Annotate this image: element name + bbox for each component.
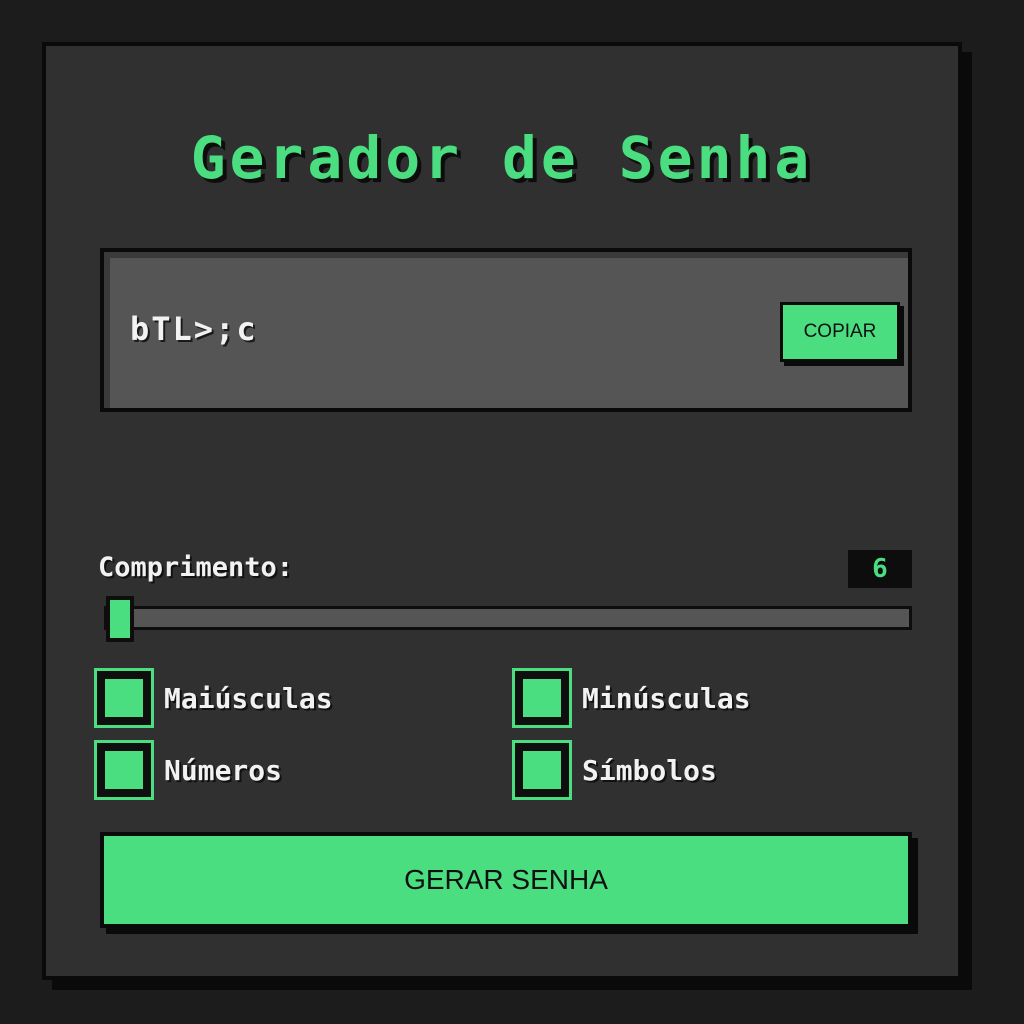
checkbox-check — [523, 751, 561, 789]
copy-button[interactable]: COPIAR — [780, 302, 900, 362]
length-slider[interactable] — [104, 606, 912, 630]
numbers-checkbox[interactable] — [94, 740, 154, 800]
lowercase-checkbox[interactable] — [512, 668, 572, 728]
checkbox-check — [105, 679, 143, 717]
option-lowercase[interactable]: Minúsculas — [512, 668, 751, 728]
uppercase-label: Maiúsculas — [164, 681, 333, 715]
length-value: 6 — [848, 550, 912, 588]
lowercase-label: Minúsculas — [582, 681, 751, 715]
password-display: bTL>;c COPIAR — [100, 248, 912, 412]
numbers-label: Números — [164, 753, 283, 787]
option-symbols[interactable]: Símbolos — [512, 740, 717, 800]
generator-card: Gerador de Senha bTL>;c COPIAR Comprimen… — [42, 42, 962, 980]
app-title: Gerador de Senha — [190, 124, 814, 192]
checkbox-check — [523, 679, 561, 717]
uppercase-checkbox[interactable] — [94, 668, 154, 728]
length-slider-thumb[interactable] — [106, 596, 134, 642]
generated-password: bTL>;c — [130, 310, 258, 348]
symbols-label: Símbolos — [582, 753, 717, 787]
option-uppercase[interactable]: Maiúsculas — [94, 668, 333, 728]
checkbox-check — [105, 751, 143, 789]
length-label: Comprimento: — [98, 552, 294, 583]
option-numbers[interactable]: Números — [94, 740, 282, 800]
symbols-checkbox[interactable] — [512, 740, 572, 800]
generate-button[interactable]: GERAR SENHA — [100, 832, 912, 928]
